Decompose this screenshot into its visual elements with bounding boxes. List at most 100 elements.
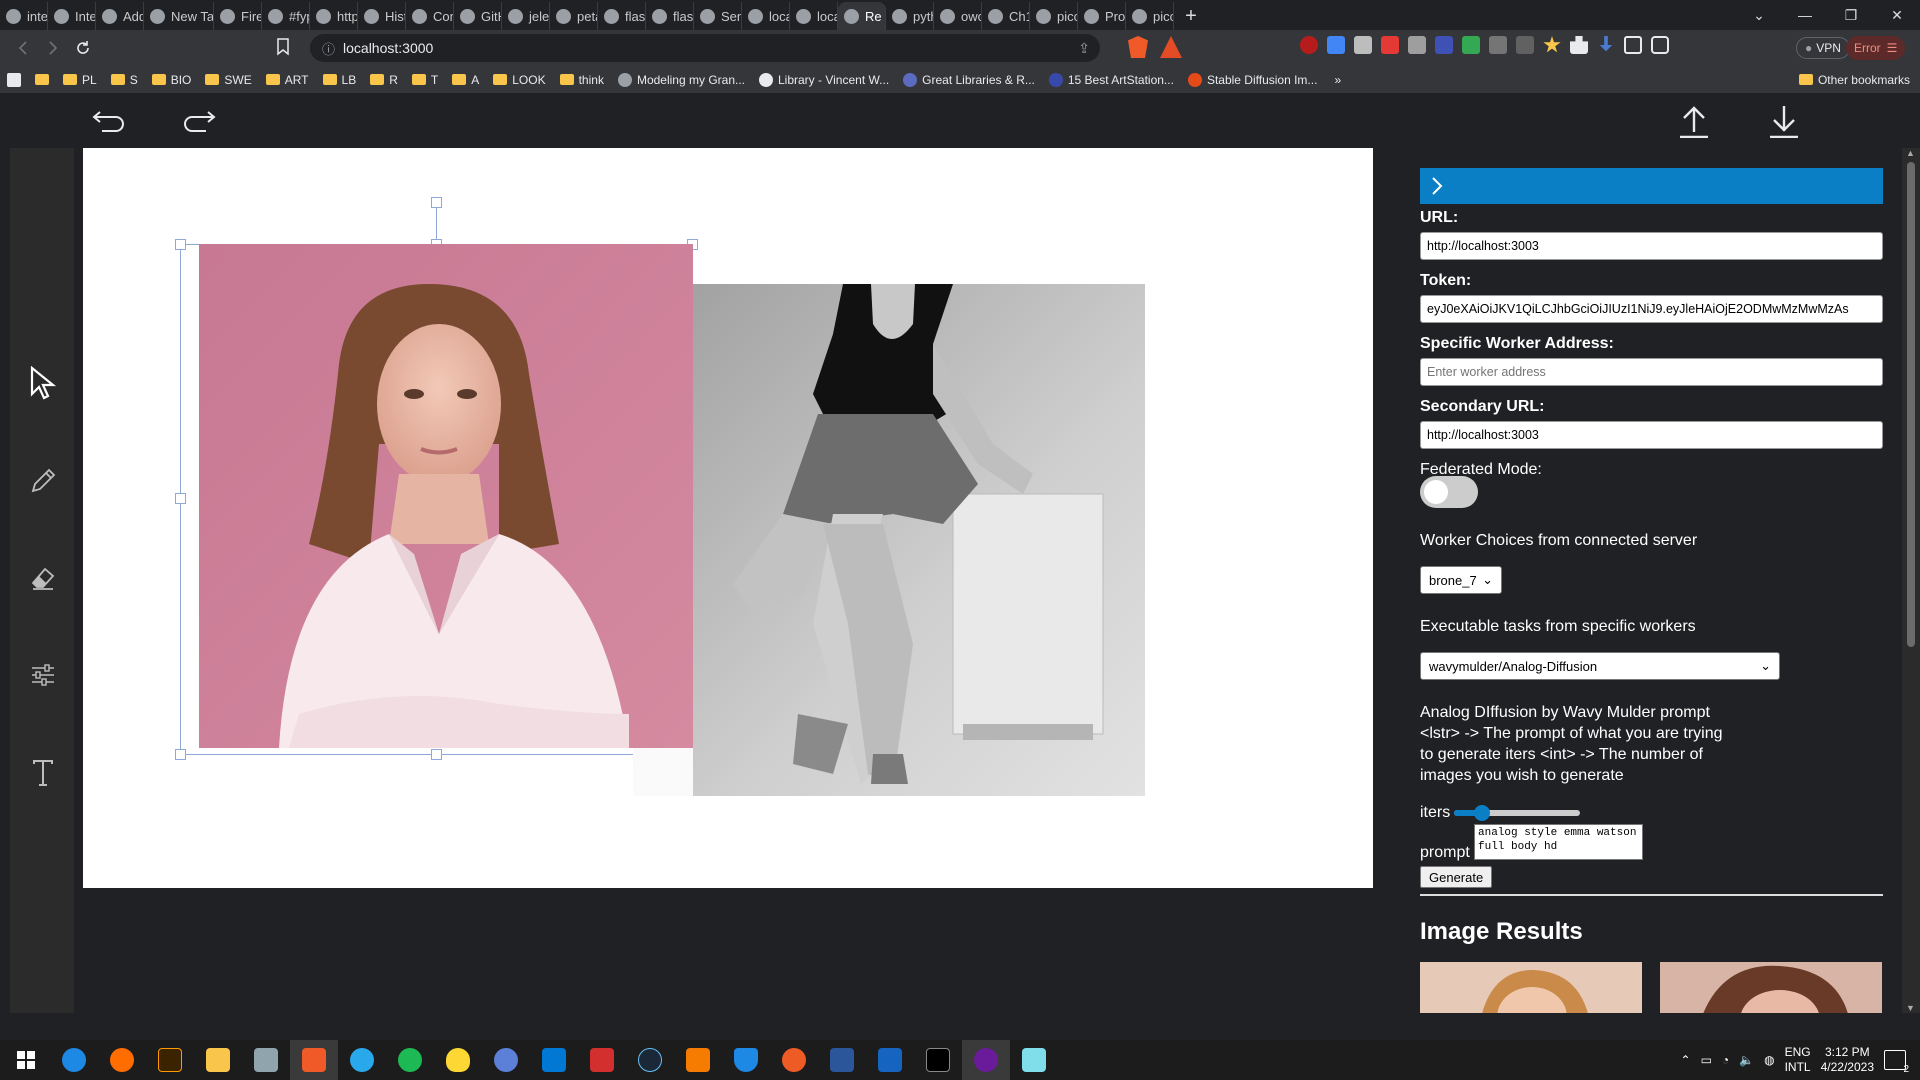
address-text[interactable]: localhost:3000 bbox=[343, 40, 433, 56]
site-info-icon[interactable]: ⓘ bbox=[322, 39, 335, 58]
browser-tab[interactable]: owola bbox=[934, 2, 982, 30]
sidebar-icon[interactable] bbox=[1624, 36, 1642, 54]
notifications-icon[interactable]: 2 bbox=[1884, 1050, 1909, 1075]
browser-tab[interactable]: flask- bbox=[646, 2, 694, 30]
bookmark-page-icon[interactable] bbox=[276, 38, 290, 61]
edge-app[interactable] bbox=[50, 1040, 98, 1080]
counter-extension-icon[interactable] bbox=[1435, 36, 1453, 54]
browser-tab[interactable]: flask_ bbox=[598, 2, 646, 30]
browser-tab[interactable]: Addin bbox=[96, 2, 144, 30]
browser-tab[interactable]: #fyp bbox=[262, 2, 310, 30]
bookmark-item[interactable]: BIO bbox=[145, 73, 199, 87]
notepad-app[interactable] bbox=[866, 1040, 914, 1080]
battery-icon[interactable]: ▭ bbox=[1701, 1053, 1712, 1067]
browser-tab[interactable]: localh bbox=[742, 2, 790, 30]
bookmark-item[interactable]: SWE bbox=[198, 73, 258, 87]
postman-app[interactable] bbox=[770, 1040, 818, 1080]
browser-tab[interactable]: jelenc bbox=[502, 2, 550, 30]
shield-app[interactable] bbox=[722, 1040, 770, 1080]
extension-icon[interactable] bbox=[1354, 36, 1372, 54]
bookmark-item[interactable]: R bbox=[363, 73, 405, 87]
bookmarks-overflow-icon[interactable]: » bbox=[1324, 73, 1351, 87]
error-button[interactable]: Error ☰ bbox=[1846, 36, 1906, 60]
secondary-url-input[interactable]: http://localhost:3003 bbox=[1420, 421, 1883, 449]
other-bookmarks[interactable]: Other bookmarks bbox=[1792, 73, 1920, 87]
bookmark-item[interactable]: PL bbox=[56, 73, 104, 87]
browser-tab[interactable]: intern bbox=[0, 2, 48, 30]
token-input[interactable]: eyJ0eXAiOiJKV1QiLCJhbGciOiJIUzI1NiJ9.eyJ… bbox=[1420, 295, 1883, 323]
bookmark-item[interactable]: ART bbox=[259, 73, 316, 87]
resize-handle-bl[interactable] bbox=[175, 749, 186, 760]
bookmark-item[interactable]: Modeling my Gran... bbox=[611, 72, 752, 87]
result-image[interactable] bbox=[1660, 962, 1882, 1013]
generate-button[interactable]: Generate bbox=[1420, 866, 1493, 888]
timer-extension-icon[interactable] bbox=[1408, 36, 1426, 54]
upload-button[interactable] bbox=[1678, 104, 1710, 143]
file-explorer-app[interactable] bbox=[194, 1040, 242, 1080]
brush-tool[interactable] bbox=[28, 466, 58, 496]
tab-search-icon[interactable]: ⌄ bbox=[1736, 0, 1782, 30]
brave-shields-icon[interactable] bbox=[1128, 36, 1148, 58]
clock[interactable]: 3:12 PM 4/22/2023 bbox=[1821, 1045, 1874, 1075]
federated-mode-toggle[interactable] bbox=[1420, 476, 1478, 508]
scroll-up-icon[interactable]: ▲ bbox=[1906, 148, 1915, 158]
brave-app[interactable] bbox=[290, 1040, 338, 1080]
notes-app[interactable] bbox=[1010, 1040, 1058, 1080]
browser-tab[interactable]: Ch1n bbox=[982, 2, 1030, 30]
url-input[interactable]: http://localhost:3003 bbox=[1420, 232, 1883, 260]
redo-button[interactable] bbox=[182, 106, 216, 137]
browser-tab[interactable]: Intern bbox=[48, 2, 96, 30]
wifi-icon[interactable]: ◔ bbox=[1722, 1053, 1729, 1067]
calendar-extension-icon[interactable] bbox=[1381, 36, 1399, 54]
browser-tab[interactable]: pico bbox=[1030, 2, 1078, 30]
bookmark-item[interactable] bbox=[28, 74, 56, 85]
bookmark-item[interactable]: Stable Diffusion Im... bbox=[1181, 72, 1325, 87]
browser-tab[interactable]: Comm bbox=[406, 2, 454, 30]
browser-tab[interactable]: https: bbox=[310, 2, 358, 30]
reload-button[interactable] bbox=[68, 33, 98, 63]
worker-address-input[interactable]: Enter worker address bbox=[1420, 358, 1883, 386]
telegram-app[interactable] bbox=[338, 1040, 386, 1080]
browser-tab[interactable]: GitHu bbox=[454, 2, 502, 30]
restore-button[interactable]: ❐ bbox=[1828, 0, 1874, 30]
select-tool[interactable] bbox=[28, 366, 58, 400]
bookmark-item[interactable]: 15 Best ArtStation... bbox=[1042, 72, 1181, 87]
language-indicator[interactable]: ENG INTL bbox=[1785, 1045, 1811, 1075]
steam-app[interactable] bbox=[626, 1040, 674, 1080]
browser-tab[interactable]: pytho bbox=[886, 2, 934, 30]
brave-rewards-icon[interactable] bbox=[1160, 36, 1182, 58]
bookmark-item[interactable]: S bbox=[104, 73, 145, 87]
close-window-button[interactable]: ✕ bbox=[1874, 0, 1920, 30]
share-icon[interactable]: ⇪ bbox=[1078, 40, 1090, 57]
vpn-button[interactable]: ● VPN bbox=[1796, 37, 1850, 59]
result-image[interactable] bbox=[1420, 962, 1642, 1013]
bookmark-item[interactable] bbox=[0, 72, 28, 87]
terminal-app[interactable] bbox=[914, 1040, 962, 1080]
vscode-app[interactable] bbox=[530, 1040, 578, 1080]
iters-slider[interactable] bbox=[1454, 805, 1580, 821]
scrollbar-thumb[interactable] bbox=[1907, 162, 1915, 647]
bookmark-item[interactable]: T bbox=[405, 73, 445, 87]
bookmark-item[interactable]: LB bbox=[316, 73, 364, 87]
qbittorrent-app[interactable] bbox=[482, 1040, 530, 1080]
bw-photo-image[interactable] bbox=[633, 284, 1145, 796]
word-app[interactable] bbox=[818, 1040, 866, 1080]
browser-tab[interactable]: Re✕ bbox=[838, 2, 886, 30]
forward-button[interactable] bbox=[38, 33, 68, 63]
obs-app[interactable] bbox=[962, 1040, 1010, 1080]
star-icon[interactable] bbox=[1543, 36, 1561, 53]
browser-tab[interactable]: petars bbox=[550, 2, 598, 30]
undo-button[interactable] bbox=[92, 106, 126, 137]
browser-tab[interactable]: Sendi bbox=[694, 2, 742, 30]
resize-handle-tl[interactable] bbox=[175, 239, 186, 250]
iters-slider-thumb[interactable] bbox=[1473, 805, 1490, 821]
image-extension-icon[interactable] bbox=[1489, 36, 1507, 54]
linux-app[interactable] bbox=[434, 1040, 482, 1080]
adjustments-tool[interactable] bbox=[28, 660, 58, 690]
task-select[interactable]: wavymulder/Analog-Diffusion ⌄ bbox=[1420, 652, 1780, 680]
spotify-app[interactable] bbox=[386, 1040, 434, 1080]
browser-tab[interactable]: Histor bbox=[358, 2, 406, 30]
back-button[interactable] bbox=[8, 33, 38, 63]
ublock-icon[interactable] bbox=[1300, 36, 1318, 54]
worker-choice-select[interactable]: brone_7 ⌄ bbox=[1420, 566, 1502, 594]
